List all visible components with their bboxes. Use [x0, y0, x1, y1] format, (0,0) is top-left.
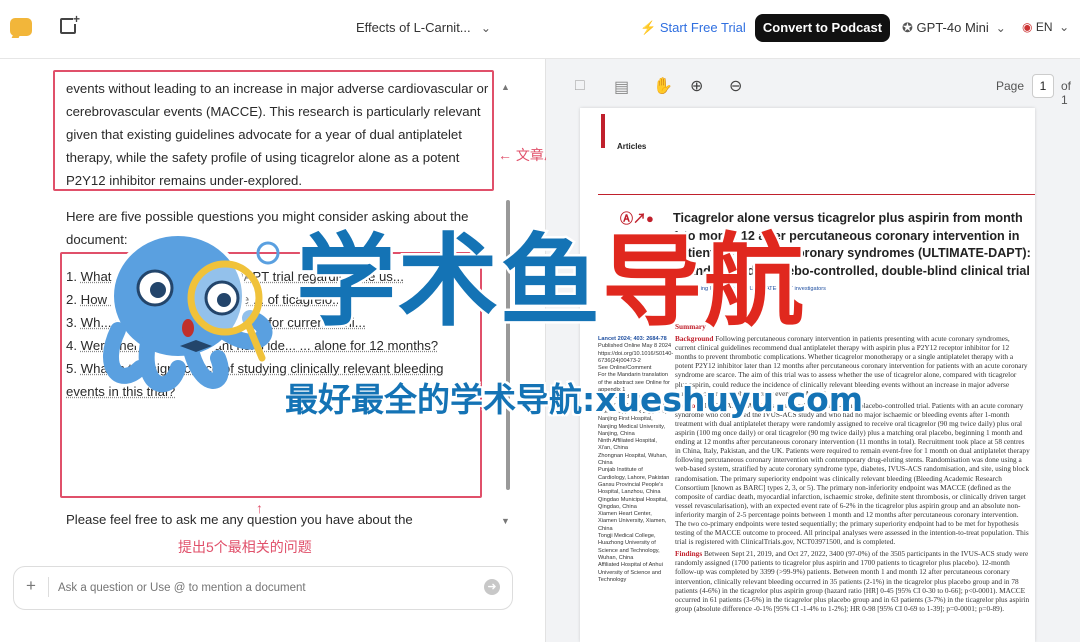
methods-paragraph: Methods ULTIMATE-DAPT was a randomised, … — [675, 400, 1030, 547]
affiliation: Affiliated Hospital of Anhui University … — [598, 562, 663, 583]
zoom-in-icon[interactable]: ⊕ — [690, 76, 703, 96]
article-sidebar: Lancet 2024; 403: 2684-78 Published Onli… — [598, 336, 673, 584]
start-free-trial-link[interactable]: ⚡ Start Free Trial — [640, 20, 746, 36]
zoom-out-icon[interactable]: ⊖ — [729, 76, 742, 96]
chevron-down-icon: ⌄ — [474, 21, 491, 35]
watermark-title-blue: 学术鱼 — [294, 223, 603, 340]
select-text-icon[interactable]: □ — [575, 77, 585, 95]
language-selector[interactable]: ◉ EN ⌄ — [1022, 20, 1069, 34]
affiliation: Ninth Affiliated Hospital, Xi'an, China — [598, 438, 657, 452]
scroll-up-icon[interactable]: ▲ — [501, 82, 510, 92]
affiliation: Tongji Medical College, Huazhong Univers… — [598, 533, 660, 561]
affiliation: Qingdao Municipal Hospital, Qingdao, Chi… — [598, 496, 668, 510]
document-icon[interactable]: ▤ — [614, 77, 629, 97]
new-chat-icon[interactable]: + — [60, 13, 80, 34]
model-label: GPT-4o Mini — [916, 20, 989, 35]
app-logo-icon[interactable] — [10, 18, 32, 36]
summary-text: events without leading to an increase in… — [66, 81, 489, 188]
language-label: EN — [1035, 20, 1053, 34]
input-divider — [48, 577, 49, 597]
published-date: Published Online May 8 2024 — [598, 343, 672, 350]
page-number-input[interactable]: 1 — [1032, 74, 1054, 98]
abstract-body: Summary Background Following percutaneou… — [675, 322, 1030, 613]
chat-input-box[interactable]: + ➜ — [13, 566, 513, 610]
start-trial-label: Start Free Trial — [659, 20, 746, 35]
scroll-down-icon[interactable]: ▼ — [501, 516, 510, 526]
watermark-title-red: 导航 — [600, 223, 807, 340]
add-attachment-icon[interactable]: + — [26, 576, 36, 596]
globe-icon: ◉ — [1022, 20, 1033, 34]
document-title: Effects of L-Carnit... — [356, 20, 471, 35]
top-bar: + Effects of L-Carnit... ⌄ ⚡ Start Free … — [0, 0, 1080, 59]
section-label: Articles — [617, 142, 647, 151]
watermark-subtitle: 最好最全的学术导航:xueshuyu.com — [285, 380, 864, 419]
affiliation: Xiamen Heart Center, Xiamen University, … — [598, 511, 667, 532]
findings-paragraph: Findings Between Sept 21, 2019, and Oct … — [675, 549, 1030, 613]
lightning-icon: ⚡ — [640, 20, 657, 35]
convert-to-podcast-button[interactable]: Convert to Podcast — [755, 14, 890, 42]
affiliation: Zhongnan Hospital, Wuhan, China — [598, 452, 668, 467]
hand-tool-icon[interactable]: ✋ — [653, 76, 673, 96]
affiliation: Nanjing First Hospital, Nanjing Medical … — [598, 416, 666, 437]
model-selector[interactable]: ✪ GPT-4o Mini ⌄ — [902, 20, 1006, 36]
closing-text: Please feel free to ask me any question … — [66, 512, 413, 527]
model-icon: ✪ — [902, 20, 913, 35]
chevron-down-icon: ⌄ — [992, 21, 1006, 35]
page-total: of 1 — [1061, 79, 1072, 107]
affiliation: Punjab Institute of Cardiology, Lahore, … — [598, 467, 670, 481]
page-label: Page — [996, 79, 1025, 93]
journal-accent-bar — [601, 114, 605, 148]
watermark-title: 学术鱼导航 — [294, 229, 807, 334]
section-rule — [598, 194, 1035, 195]
chevron-down-icon: ⌄ — [1055, 20, 1070, 34]
questions-annotation: 提出5个最相关的问题 — [178, 539, 312, 555]
send-icon[interactable]: ➜ — [484, 579, 500, 595]
document-selector[interactable]: Effects of L-Carnit... ⌄ — [356, 20, 491, 35]
annotation-arrow-icon: ↑ — [256, 500, 263, 516]
octopus-mascot-icon — [103, 232, 280, 393]
doi-link[interactable]: https://doi.org/10.1016/S0140-6736(24)00… — [598, 351, 673, 366]
comment-link[interactable]: See Online/Comment — [598, 365, 672, 372]
pdf-page: Articles Ⓐ↗● Ticagrelor alone versus tic… — [580, 108, 1035, 642]
chat-input[interactable] — [56, 576, 470, 600]
affiliation: Gansu Provincial People's Hospital, Lanz… — [598, 481, 664, 496]
